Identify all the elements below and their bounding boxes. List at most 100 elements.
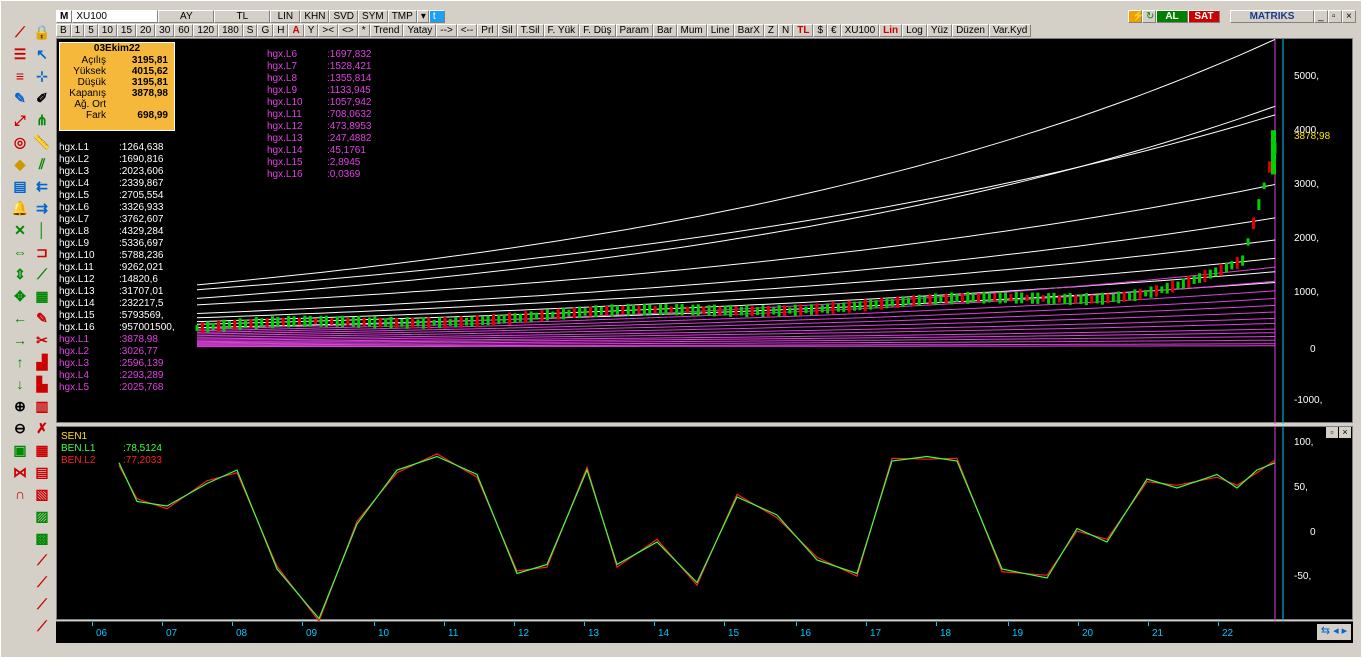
toolbar-button[interactable]: 120: [193, 23, 219, 37]
period-button[interactable]: AY: [158, 9, 215, 23]
menu-m-button[interactable]: M: [56, 9, 73, 23]
fork-icon[interactable]: ⋔: [33, 111, 51, 129]
text-icon[interactable]: ▤: [11, 177, 29, 195]
trend4-icon[interactable]: ⟋: [33, 617, 51, 635]
oscillator-panel[interactable]: SEN1 BEN.L1 :78,5124 BEN.L2 :77,2033 100…: [56, 426, 1354, 621]
currency-button[interactable]: TL: [214, 9, 271, 23]
cut-icon[interactable]: ✂: [33, 331, 51, 349]
toolbar-button[interactable]: 15: [116, 23, 137, 37]
oscillator-canvas[interactable]: [57, 427, 1354, 621]
twitter-icon[interactable]: t: [428, 9, 445, 23]
chart6-icon[interactable]: ▩: [33, 529, 51, 547]
vline-icon[interactable]: │: [33, 221, 51, 239]
toolbar-button[interactable]: Z: [763, 23, 778, 37]
trend3-icon[interactable]: ⟋: [33, 595, 51, 613]
parallel-icon[interactable]: ⫽: [33, 155, 51, 173]
magnet-icon[interactable]: ⊐: [33, 243, 51, 261]
scale-button[interactable]: LIN: [270, 9, 301, 23]
cross-red-icon[interactable]: ✗: [33, 419, 51, 437]
panel-close-icon[interactable]: ×: [1339, 427, 1351, 438]
edit-icon[interactable]: ✎: [33, 309, 51, 327]
toolbar-button[interactable]: Var.Kyd: [988, 23, 1032, 37]
minimize-icon[interactable]: _: [1314, 9, 1328, 23]
scroll-buttons[interactable]: ⇆ ◂ ▸: [1317, 624, 1351, 640]
toolbar-button[interactable]: ><: [318, 23, 339, 37]
svd-button[interactable]: SVD: [329, 9, 359, 23]
lightning-icon[interactable]: ⚡: [1128, 9, 1144, 23]
toolbar-button[interactable]: $: [813, 23, 828, 37]
channel-icon[interactable]: ≡: [11, 67, 29, 85]
zoom-out-icon[interactable]: ⊖: [11, 419, 29, 437]
toolbar-button[interactable]: Trend: [369, 23, 404, 37]
toolbar-button[interactable]: Bar: [652, 23, 677, 37]
sym-button[interactable]: SYM: [358, 9, 388, 23]
toolbar-button[interactable]: -->: [436, 23, 457, 37]
ruler-icon[interactable]: 📏: [33, 133, 51, 151]
bars-icon[interactable]: ▥: [33, 397, 51, 415]
toolbar-button[interactable]: H: [273, 23, 289, 37]
toolbar-button[interactable]: Y: [303, 23, 319, 37]
toolbar-button[interactable]: S: [242, 23, 258, 37]
pointer-icon[interactable]: ↖: [33, 45, 51, 63]
symbol-input[interactable]: XU100: [72, 9, 159, 23]
grid-icon[interactable]: ▦: [33, 287, 51, 305]
toolbar-button[interactable]: XU100: [840, 23, 880, 37]
toolbar-button[interactable]: Düzen: [952, 23, 989, 37]
toolbar-button[interactable]: €: [827, 23, 841, 37]
toolbar-button[interactable]: A: [288, 23, 304, 37]
hline-draw-icon[interactable]: ☰: [11, 45, 29, 63]
toolbar-button[interactable]: TL: [793, 23, 814, 37]
toolbar-button[interactable]: BarX: [733, 23, 764, 37]
price-chart-panel[interactable]: 03Ekim22 Açılış 3195,81 Yüksek 4015,62 Düşük…: [56, 38, 1354, 424]
lock-icon[interactable]: 🔒: [33, 23, 51, 41]
pen-icon[interactable]: ✐: [33, 89, 51, 107]
arrow-right-green-icon[interactable]: →: [11, 331, 29, 349]
eraser-icon[interactable]: ◆: [11, 155, 29, 173]
arrow-down-icon[interactable]: ↓: [11, 375, 29, 393]
price-chart-canvas[interactable]: [57, 39, 1354, 424]
line-draw-icon[interactable]: ⟋: [11, 23, 29, 41]
chart-icon[interactable]: ▟: [33, 353, 51, 371]
crosshair-icon[interactable]: ⊹: [33, 67, 51, 85]
toolbar-button[interactable]: 1: [70, 23, 85, 37]
toolbar-button[interactable]: G: [257, 23, 274, 37]
arrow-up-icon[interactable]: ↑: [11, 353, 29, 371]
toolbar-button[interactable]: F. Yük: [543, 23, 580, 37]
toolbar-button[interactable]: Prl: [477, 23, 498, 37]
buy-button[interactable]: AL: [1156, 9, 1188, 23]
diag-icon[interactable]: ⟋: [33, 265, 51, 283]
toolbar-button[interactable]: <--: [456, 23, 478, 37]
toolbar-button[interactable]: Yüz: [926, 23, 953, 37]
toolbar-button[interactable]: 180: [218, 23, 243, 37]
sell-button[interactable]: SAT: [1188, 9, 1220, 23]
dropdown-arrow-icon[interactable]: ▾: [416, 9, 429, 23]
resize-h-icon[interactable]: ⇔: [11, 243, 29, 261]
chart3-icon[interactable]: ▤: [33, 463, 51, 481]
expand-icon[interactable]: ✕: [11, 221, 29, 239]
chart2-icon[interactable]: ▙: [33, 375, 51, 393]
frame-icon[interactable]: ▣: [11, 441, 29, 459]
toolbar-button[interactable]: 20: [136, 23, 156, 37]
table-icon[interactable]: ▦: [33, 441, 51, 459]
khn-button[interactable]: KHN: [300, 9, 330, 23]
toolbar-button[interactable]: B: [56, 23, 71, 37]
panel-maximize-icon[interactable]: ▫: [1326, 427, 1338, 438]
arrow-left-icon[interactable]: ⇇: [33, 177, 51, 195]
chart4-icon[interactable]: ▧: [33, 485, 51, 503]
zoom-in-icon[interactable]: ⊕: [11, 397, 29, 415]
toolbar-button[interactable]: <>: [338, 23, 358, 37]
toolbar-button[interactable]: T.Sil: [516, 23, 544, 37]
toolbar-button[interactable]: 10: [97, 23, 117, 37]
toolbar-button[interactable]: F. Düş: [579, 23, 616, 37]
move-icon[interactable]: ✥: [11, 287, 29, 305]
triangle-icon[interactable]: ⋈: [11, 463, 29, 481]
toolbar-button[interactable]: 30: [155, 23, 175, 37]
pencil-icon[interactable]: ✎: [11, 89, 29, 107]
toolbar-button[interactable]: *: [357, 23, 370, 37]
resize-v-icon[interactable]: ⇕: [11, 265, 29, 283]
tmp-button[interactable]: TMP: [387, 9, 417, 23]
restore-icon[interactable]: ▫: [1328, 9, 1342, 23]
refresh-icon[interactable]: ↻: [1142, 9, 1156, 23]
toolbar-button[interactable]: 60: [174, 23, 194, 37]
spiral-icon[interactable]: ◎: [11, 133, 29, 151]
